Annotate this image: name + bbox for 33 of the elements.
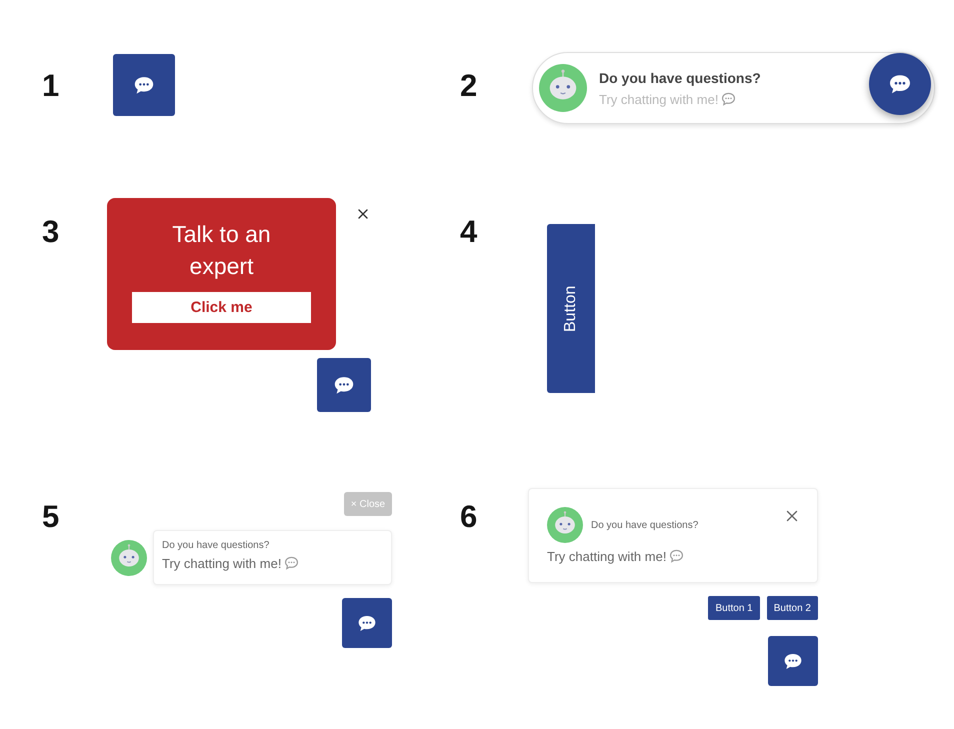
click-me-button[interactable]: Click me — [132, 292, 311, 323]
chat-icon — [783, 652, 803, 670]
side-tab-button[interactable]: Button — [547, 224, 595, 393]
prompt-subtitle: Try chatting with me! — [599, 92, 857, 106]
chat-button[interactable] — [768, 636, 818, 686]
chat-icon — [357, 614, 377, 632]
chat-button[interactable] — [869, 53, 931, 115]
example-number: 6 — [460, 501, 478, 532]
robot-avatar-icon — [547, 507, 583, 543]
message-text: Try chatting with me! — [162, 556, 383, 571]
message-title: Do you have questions? — [591, 520, 698, 530]
example-number: 2 — [460, 70, 478, 101]
chat-icon — [888, 74, 912, 94]
chat-icon — [669, 549, 684, 563]
chat-icon — [333, 376, 355, 394]
example-number: 1 — [42, 70, 60, 101]
option-button[interactable]: Button 2 — [766, 596, 818, 620]
promo-title: Talk to an expert — [171, 220, 272, 281]
chat-button[interactable] — [113, 54, 175, 116]
chat-icon — [721, 92, 736, 106]
prompt-title: Do you have questions? — [599, 70, 762, 86]
example-number: 3 — [42, 216, 60, 247]
chat-icon — [133, 76, 155, 94]
robot-avatar-icon — [539, 64, 587, 112]
robot-avatar-icon — [111, 540, 147, 576]
example-number: 5 — [42, 501, 60, 532]
message-title: Do you have questions? — [162, 540, 270, 551]
chat-icon — [284, 556, 300, 570]
chat-button[interactable] — [342, 598, 392, 648]
option-button[interactable]: Button 1 — [708, 596, 760, 620]
example-number: 4 — [460, 216, 478, 247]
message-text: Try chatting with me! — [547, 549, 801, 564]
chat-button[interactable] — [317, 358, 371, 412]
